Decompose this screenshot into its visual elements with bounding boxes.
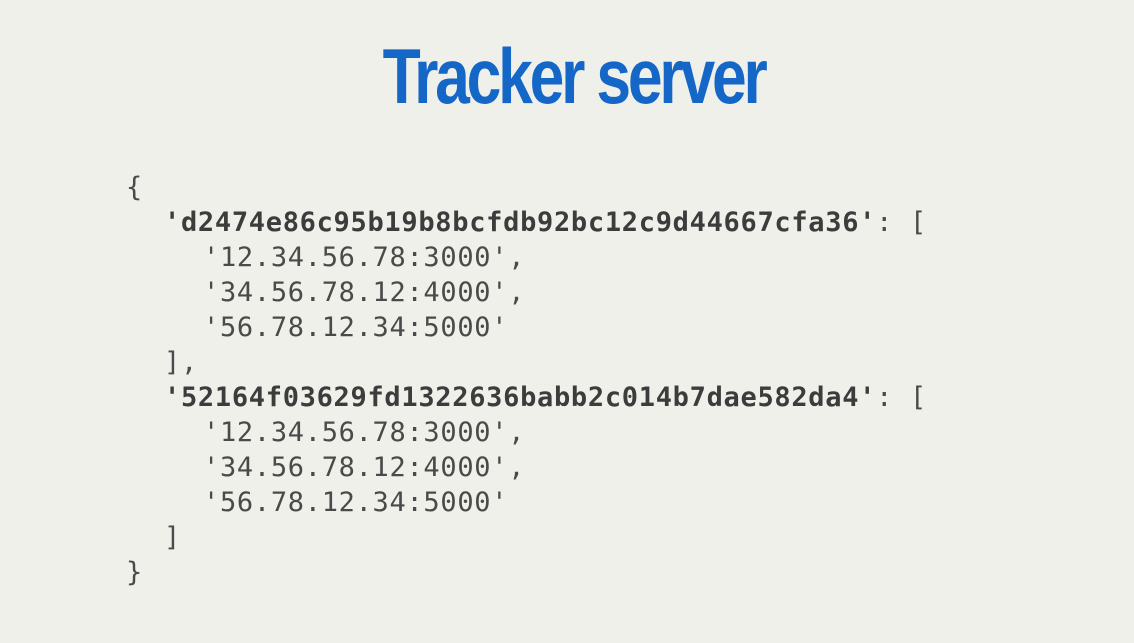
code-entry-key: '52164f03629fd1322636babb2c014b7dae582da… xyxy=(164,382,877,413)
code-peer-value: '56.78.12.34:5000' xyxy=(203,487,509,518)
code-open-brace: { xyxy=(126,172,143,203)
code-entry-key-line: 'd2474e86c95b19b8bcfdb92bc12c9d44667cfa3… xyxy=(126,205,927,240)
code-entry-key: 'd2474e86c95b19b8bcfdb92bc12c9d44667cfa3… xyxy=(164,207,877,238)
code-peer-value: '34.56.78.12:4000', xyxy=(203,277,526,308)
code-entry-key-suffix: : [ xyxy=(876,207,928,238)
code-block: { 'd2474e86c95b19b8bcfdb92bc12c9d44667cf… xyxy=(126,170,927,590)
code-entry-key-line: '52164f03629fd1322636babb2c014b7dae582da… xyxy=(126,380,927,415)
code-peer-value: '12.34.56.78:3000', xyxy=(203,417,526,448)
code-entry-close: ] xyxy=(164,522,181,553)
code-entry-close: ], xyxy=(164,347,198,378)
code-peer-value: '34.56.78.12:4000', xyxy=(203,452,526,483)
slide-title: Tracker server xyxy=(382,32,768,120)
code-close-brace: } xyxy=(126,557,143,588)
code-entry-key-suffix: : [ xyxy=(876,382,928,413)
code-peer-value: '56.78.12.34:5000' xyxy=(203,312,509,343)
code-peer-value: '12.34.56.78:3000', xyxy=(203,242,526,273)
